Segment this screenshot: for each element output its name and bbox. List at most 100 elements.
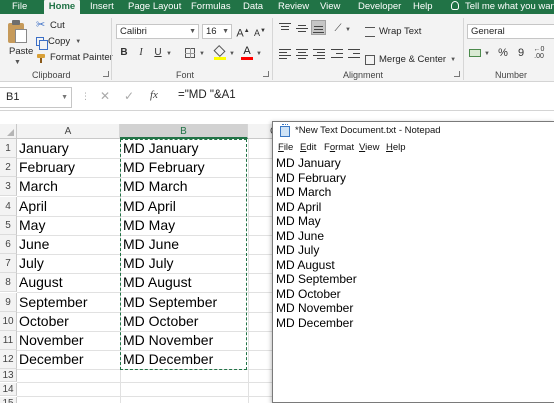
- accounting-dropdown-icon[interactable]: ▼: [484, 51, 490, 57]
- notepad-title-bar[interactable]: *New Text Document.txt - Notepad: [273, 122, 554, 140]
- tab-review[interactable]: Review: [278, 0, 309, 14]
- menu-format[interactable]: Format: [324, 141, 354, 155]
- cell-a[interactable]: October: [17, 312, 120, 331]
- cell-a[interactable]: September: [17, 293, 120, 312]
- middle-align-icon[interactable]: [296, 23, 308, 33]
- tell-me-search[interactable]: Tell me what you want t: [451, 0, 554, 14]
- notepad-window[interactable]: *New Text Document.txt - Notepad File Ed…: [272, 121, 554, 403]
- copy-dropdown-icon[interactable]: ▼: [75, 39, 81, 45]
- cell-a[interactable]: March: [17, 177, 120, 196]
- tab-insert[interactable]: Insert: [90, 0, 114, 14]
- align-center-icon[interactable]: [296, 49, 308, 59]
- font-size-combo[interactable]: 16 ▼: [202, 24, 232, 39]
- accounting-format-icon[interactable]: [468, 46, 482, 60]
- row-header[interactable]: 8: [0, 273, 17, 292]
- fill-color-dropdown-icon[interactable]: ▼: [229, 51, 235, 57]
- row-header[interactable]: 14: [0, 383, 17, 396]
- tab-help[interactable]: Help: [413, 0, 433, 14]
- underline-dropdown-icon[interactable]: ▼: [166, 51, 172, 57]
- cell-a[interactable]: May: [17, 216, 120, 235]
- name-box[interactable]: B1 ▼: [0, 87, 72, 108]
- tab-formulas[interactable]: Formulas: [191, 0, 231, 14]
- cell-a[interactable]: February: [17, 158, 120, 177]
- cell-a[interactable]: April: [17, 197, 120, 216]
- row-header[interactable]: 3: [0, 177, 17, 196]
- cell-a[interactable]: January: [17, 139, 120, 158]
- number-format-combo[interactable]: General: [467, 24, 554, 39]
- format-painter-button[interactable]: Format Painter: [36, 52, 113, 63]
- notepad-line: MD November: [276, 301, 354, 315]
- row-header[interactable]: 2: [0, 158, 17, 177]
- font-name-combo[interactable]: Calibri ▼: [116, 24, 199, 39]
- row-header[interactable]: 13: [0, 369, 17, 382]
- cell-a[interactable]: July: [17, 254, 120, 273]
- align-left-icon[interactable]: [279, 49, 291, 59]
- menu-help[interactable]: Help: [386, 141, 406, 155]
- paste-dropdown-icon[interactable]: ▼: [14, 59, 21, 66]
- insert-function-icon[interactable]: fx: [150, 89, 158, 101]
- select-all-button[interactable]: [0, 124, 17, 139]
- paste-icon[interactable]: [8, 20, 28, 44]
- row-header[interactable]: 1: [0, 139, 17, 158]
- row-header[interactable]: 4: [0, 197, 17, 216]
- column-header-b[interactable]: B: [120, 124, 248, 139]
- row-header[interactable]: 9: [0, 293, 17, 312]
- paste-button-label[interactable]: Paste: [9, 46, 33, 57]
- merge-dropdown-icon[interactable]: ▼: [450, 57, 456, 63]
- bottom-align-icon[interactable]: [311, 20, 326, 35]
- orientation-icon[interactable]: ⟋: [331, 22, 345, 36]
- tab-file[interactable]: File: [12, 0, 27, 14]
- orientation-dropdown-icon[interactable]: ▼: [345, 27, 351, 33]
- row-header[interactable]: 10: [0, 312, 17, 331]
- percent-style-icon[interactable]: %: [496, 46, 510, 60]
- row-header[interactable]: 15: [0, 397, 17, 403]
- fill-color-icon[interactable]: [213, 44, 227, 60]
- font-launcher-icon[interactable]: [263, 71, 269, 77]
- align-right-icon[interactable]: [313, 49, 325, 59]
- italic-button[interactable]: I: [134, 46, 148, 60]
- decrease-font-icon[interactable]: A▼: [253, 24, 267, 38]
- tab-home[interactable]: Home: [44, 0, 80, 14]
- borders-icon[interactable]: [183, 46, 197, 60]
- bold-button[interactable]: B: [117, 46, 131, 60]
- increase-font-icon[interactable]: A▲: [236, 24, 250, 40]
- increase-indent-icon[interactable]: [348, 49, 360, 59]
- column-header-a[interactable]: A: [17, 124, 120, 139]
- clipboard-launcher-icon[interactable]: [103, 71, 109, 77]
- cell-a[interactable]: June: [17, 235, 120, 254]
- font-color-icon[interactable]: A: [240, 44, 254, 60]
- merge-center-button[interactable]: Merge & Center ▼: [365, 54, 456, 65]
- enter-icon[interactable]: ✓: [124, 89, 134, 103]
- notepad-icon: [280, 124, 290, 137]
- chevron-down-icon: ▼: [222, 28, 229, 35]
- cell-a[interactable]: August: [17, 273, 120, 292]
- top-align-icon[interactable]: [279, 23, 291, 33]
- menu-edit[interactable]: Edit: [300, 141, 316, 155]
- tab-view[interactable]: View: [320, 0, 340, 14]
- increase-decimal-icon[interactable]: ←0.00: [532, 46, 546, 60]
- underline-button[interactable]: U: [151, 46, 165, 60]
- alignment-launcher-icon[interactable]: [454, 71, 460, 77]
- formula-input[interactable]: ="MD "&A1: [178, 89, 236, 101]
- cell-a[interactable]: December: [17, 350, 120, 369]
- cell-a[interactable]: November: [17, 331, 120, 350]
- row-header[interactable]: 12: [0, 350, 17, 369]
- comma-style-icon[interactable]: 9: [514, 46, 528, 60]
- decrease-indent-icon[interactable]: [331, 49, 343, 59]
- wrap-text-button[interactable]: Wrap Text: [365, 26, 421, 37]
- copy-button[interactable]: Copy ▼: [36, 36, 81, 50]
- row-header[interactable]: 5: [0, 216, 17, 235]
- row-header[interactable]: 7: [0, 254, 17, 273]
- row-header[interactable]: 6: [0, 235, 17, 254]
- tab-developer[interactable]: Developer: [358, 0, 401, 14]
- font-color-dropdown-icon[interactable]: ▼: [256, 51, 262, 57]
- menu-file[interactable]: File: [278, 141, 293, 155]
- row-header[interactable]: 11: [0, 331, 17, 350]
- tab-page-layout[interactable]: Page Layout: [128, 0, 181, 14]
- notepad-text-area[interactable]: MD January MD February MD March MD April MD …: [276, 156, 357, 330]
- cancel-icon[interactable]: ✕: [100, 89, 110, 103]
- borders-dropdown-icon[interactable]: ▼: [199, 51, 205, 57]
- tab-data[interactable]: Data: [243, 0, 263, 14]
- cut-button[interactable]: Cut: [36, 18, 65, 32]
- menu-view[interactable]: View: [359, 141, 379, 155]
